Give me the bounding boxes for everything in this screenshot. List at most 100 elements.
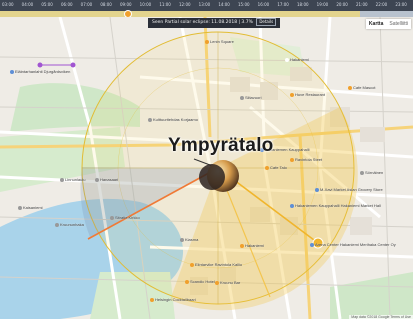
poi-label[interactable]: M-Xavi Market Asian Grocery Store (315, 187, 383, 192)
poi-name: Arena Center Hakaniemi Merihaka Center O… (315, 242, 396, 247)
poi-pin-icon (215, 280, 219, 285)
timeline-tick: 08:00 (100, 2, 112, 7)
app-window: 03:00 04:00 05:00 06:00 07:00 08:00 09:00 10:00… (0, 0, 413, 319)
poi-pin-icon (180, 237, 184, 242)
moon-disc (199, 164, 225, 190)
poi-label[interactable]: Cafe Mascot (348, 85, 375, 90)
poi-pin-icon (285, 57, 289, 62)
poi-label[interactable]: Kruununhaka (55, 222, 84, 227)
timeline-tick: 11:00 (159, 2, 171, 7)
poi-pin-icon (290, 157, 294, 162)
poi-label[interactable]: Sörnäinen (360, 170, 383, 175)
timeline-tick: 23:00 (395, 2, 407, 7)
poi-name: Lenin Square (210, 39, 234, 44)
poi-name: Hakaniemen Kauppahalli Hakaniemi Market … (295, 203, 381, 208)
map-attribution: Map data ©2018 Google Terms of Use (349, 315, 413, 319)
poi-label[interactable]: Kruunu Bar (215, 280, 240, 285)
map-canvas[interactable]: Lenin Square Hakaniemi Cafe Mascot Siltavuo… (0, 17, 413, 319)
poi-label[interactable]: Helsingin Cocktailbaari (150, 297, 196, 302)
poi-pin-icon (315, 187, 319, 192)
poi-name: Cafe Talo (270, 165, 287, 170)
timeline-tick: 03:00 (2, 2, 14, 7)
poi-label[interactable]: Arena Center Hakaniemi Merihaka Center O… (310, 242, 396, 247)
poi-pin-icon (240, 95, 244, 100)
poi-label[interactable]: Kaisaniemi (18, 205, 43, 210)
poi-pin-icon (185, 279, 189, 284)
poi-pin-icon (190, 262, 194, 267)
poi-name: Kulttuuritehdas Korjaamo (153, 117, 198, 122)
timeline-tick: 06:00 (61, 2, 73, 7)
map-layer[interactable] (0, 17, 413, 319)
poi-name: Elintarvike Ravintola Kallio (195, 262, 243, 267)
poi-label[interactable]: Scandic Hotel (185, 279, 215, 284)
poi-name: Huve Restaurant (295, 92, 326, 97)
poi-label[interactable]: Linnunlaulu (60, 177, 85, 182)
timeline-tick: 05:00 (41, 2, 53, 7)
poi-label[interactable]: Hakaniemi (240, 243, 264, 248)
poi-name: Hakaniemi (245, 243, 264, 248)
poi-label[interactable]: Elintarvike Ravintola Kallio (190, 262, 242, 267)
poi-name: M-Xavi Market Asian Grocery Store (320, 187, 383, 192)
poi-label[interactable]: Hanasaari (95, 177, 118, 182)
timeline-tick: 04:00 (21, 2, 34, 7)
poi-pin-icon (18, 205, 22, 210)
poi-pin-icon (148, 117, 152, 122)
timeline-tick: 07:00 (80, 2, 93, 7)
poi-name: Kruunu Bar (220, 280, 241, 285)
timeline-tick: 10:00 (139, 2, 152, 7)
poi-name: Hakaniemi (290, 57, 309, 62)
poi-name: Eläintarhanlahti Djurgårdsviken (15, 69, 71, 74)
poi-name: Kaisaniemi (23, 205, 43, 210)
poi-name: Scandic Hotel (190, 279, 215, 284)
timeline-tick: 22:00 (375, 2, 388, 7)
poi-name: Linnunlaulu (65, 177, 86, 182)
route-end-dot[interactable] (70, 62, 76, 68)
poi-label[interactable]: Hakaniemi (285, 57, 309, 62)
poi-pin-icon (60, 177, 64, 182)
timeline-tick: 16:00 (257, 2, 270, 7)
timeline-tick: 15:00 (238, 2, 250, 7)
map-type-map[interactable]: Kartta (366, 19, 386, 29)
poi-name: Kiasma (185, 237, 199, 242)
poi-label[interactable]: Kulttuuritehdas Korjaamo (148, 117, 198, 122)
eclipse-details-button[interactable]: Details (256, 18, 277, 26)
poi-pin-icon (110, 215, 114, 220)
poi-pin-icon (290, 203, 294, 208)
timeline-tick: 17:00 (277, 2, 289, 7)
poi-label[interactable]: Kiasma (180, 237, 198, 242)
poi-label[interactable]: Hakaniemen Kauppahalli Hakaniemi Market … (290, 203, 381, 208)
poi-pin-icon (348, 85, 352, 90)
poi-name: Siltavuori (245, 95, 262, 100)
poi-label[interactable]: Ravintola Steet (290, 157, 322, 162)
poi-name: Sitratie Kirkko (115, 215, 140, 220)
poi-name: Helsingin Cocktailbaari (155, 297, 196, 302)
eclipse-info-bar: Seen Partial solar eclipse: 11.08.2018 |… (148, 18, 281, 28)
poi-pin-icon (55, 222, 59, 227)
timeline-tick: 18:00 (297, 2, 309, 7)
poi-pin-icon (240, 243, 244, 248)
poi-pin-icon (360, 170, 364, 175)
poi-label[interactable]: Eläintarhanlahti Djurgårdsviken (10, 69, 70, 74)
poi-label[interactable]: Siltavuori (240, 95, 261, 100)
poi-label[interactable]: Lenin Square (205, 39, 234, 44)
poi-label[interactable]: Sitratie Kirkko (110, 215, 140, 220)
poi-label[interactable]: Huve Restaurant (290, 92, 325, 97)
timeline-tick: 13:00 (198, 2, 211, 7)
map-type-satellite[interactable]: Satelliitti (386, 19, 411, 29)
poi-pin-icon (290, 92, 294, 97)
timeline-slider[interactable]: 03:00 04:00 05:00 06:00 07:00 08:00 09:00 10:00… (0, 0, 413, 18)
timeline-tick: 09:00 (120, 2, 132, 7)
poi-label[interactable]: Cafe Talo (265, 165, 287, 170)
timeline-tick: 19:00 (316, 2, 329, 7)
poi-name: Sörnäinen (365, 170, 384, 175)
poi-name: Hanasaari (100, 177, 119, 182)
timeline-tick: 12:00 (179, 2, 191, 7)
poi-pin-icon (95, 177, 99, 182)
timeline-tick: 14:00 (218, 2, 230, 7)
poi-pin-icon (205, 39, 209, 44)
map-type-switch[interactable]: Kartta Satelliitti (365, 19, 411, 29)
poi-pin-icon (150, 297, 154, 302)
poi-name: Kruununhaka (60, 222, 84, 227)
poi-pin-icon (310, 242, 314, 247)
route-start-dot[interactable] (37, 62, 43, 68)
